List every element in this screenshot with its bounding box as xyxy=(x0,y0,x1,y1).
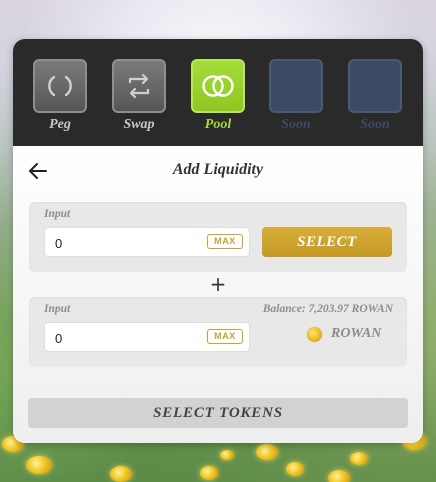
nav-label-peg: Peg xyxy=(49,117,71,132)
coin-decoration xyxy=(200,466,218,480)
to-amount-field: MAX xyxy=(44,322,250,352)
plus-sign: + xyxy=(209,272,227,296)
to-amount-input[interactable] xyxy=(55,328,195,348)
select-tokens-button[interactable]: SELECT TOKENS xyxy=(28,398,408,428)
coin-decoration xyxy=(26,456,52,474)
select-token-button[interactable]: SELECT xyxy=(262,227,392,257)
rowan-token-display[interactable]: ROWAN xyxy=(307,324,381,344)
from-amount-input[interactable] xyxy=(55,233,195,253)
coin-decoration xyxy=(350,452,368,465)
peg-icon xyxy=(48,75,72,97)
peg-tile xyxy=(33,59,87,113)
nav-item-peg[interactable]: Peg xyxy=(33,59,87,133)
placeholder-icon xyxy=(348,59,402,113)
nav-label-soon-1: Soon xyxy=(281,117,311,132)
balance-text: Balance: 7,203.97 ROWAN xyxy=(262,303,393,315)
token-symbol: ROWAN xyxy=(331,326,382,341)
page-header: Add Liquidity xyxy=(13,146,423,196)
coin-decoration xyxy=(286,462,304,476)
page-title: Add Liquidity xyxy=(172,161,264,178)
nav-label-pool: Pool xyxy=(204,117,232,132)
to-max-button[interactable]: MAX xyxy=(207,329,243,344)
to-input-label: Input xyxy=(44,303,71,315)
nav-item-pool[interactable]: Pool xyxy=(191,59,245,133)
pool-icon xyxy=(202,75,234,97)
placeholder-icon xyxy=(269,59,323,113)
from-token-card: Input MAX SELECT xyxy=(29,202,407,272)
top-nav: Peg Swap Pool Soon Soon xyxy=(13,39,423,146)
coin-decoration xyxy=(328,470,350,482)
coin-decoration xyxy=(220,450,234,460)
from-input-label: Input xyxy=(44,208,71,220)
liquidity-panel: Peg Swap Pool Soon Soon Add Liquidity In… xyxy=(13,39,423,443)
add-liquidity-content: Add Liquidity Input MAX SELECT + Input B… xyxy=(13,146,423,443)
from-amount-field: MAX xyxy=(44,227,250,257)
coin-decoration xyxy=(256,444,278,460)
nav-item-soon-1: Soon xyxy=(269,59,323,133)
coin-decoration xyxy=(110,466,132,482)
nav-item-soon-2: Soon xyxy=(348,59,402,133)
nav-item-swap[interactable]: Swap xyxy=(112,59,166,133)
swap-icon xyxy=(128,73,150,99)
rowan-coin-icon xyxy=(307,326,322,342)
nav-label-soon-2: Soon xyxy=(360,117,390,132)
nav-label-swap: Swap xyxy=(123,117,155,132)
pool-tile xyxy=(191,59,245,113)
swap-tile xyxy=(112,59,166,113)
to-token-card: Input Balance: 7,203.97 ROWAN MAX ROWAN xyxy=(29,297,407,367)
from-max-button[interactable]: MAX xyxy=(207,234,243,249)
